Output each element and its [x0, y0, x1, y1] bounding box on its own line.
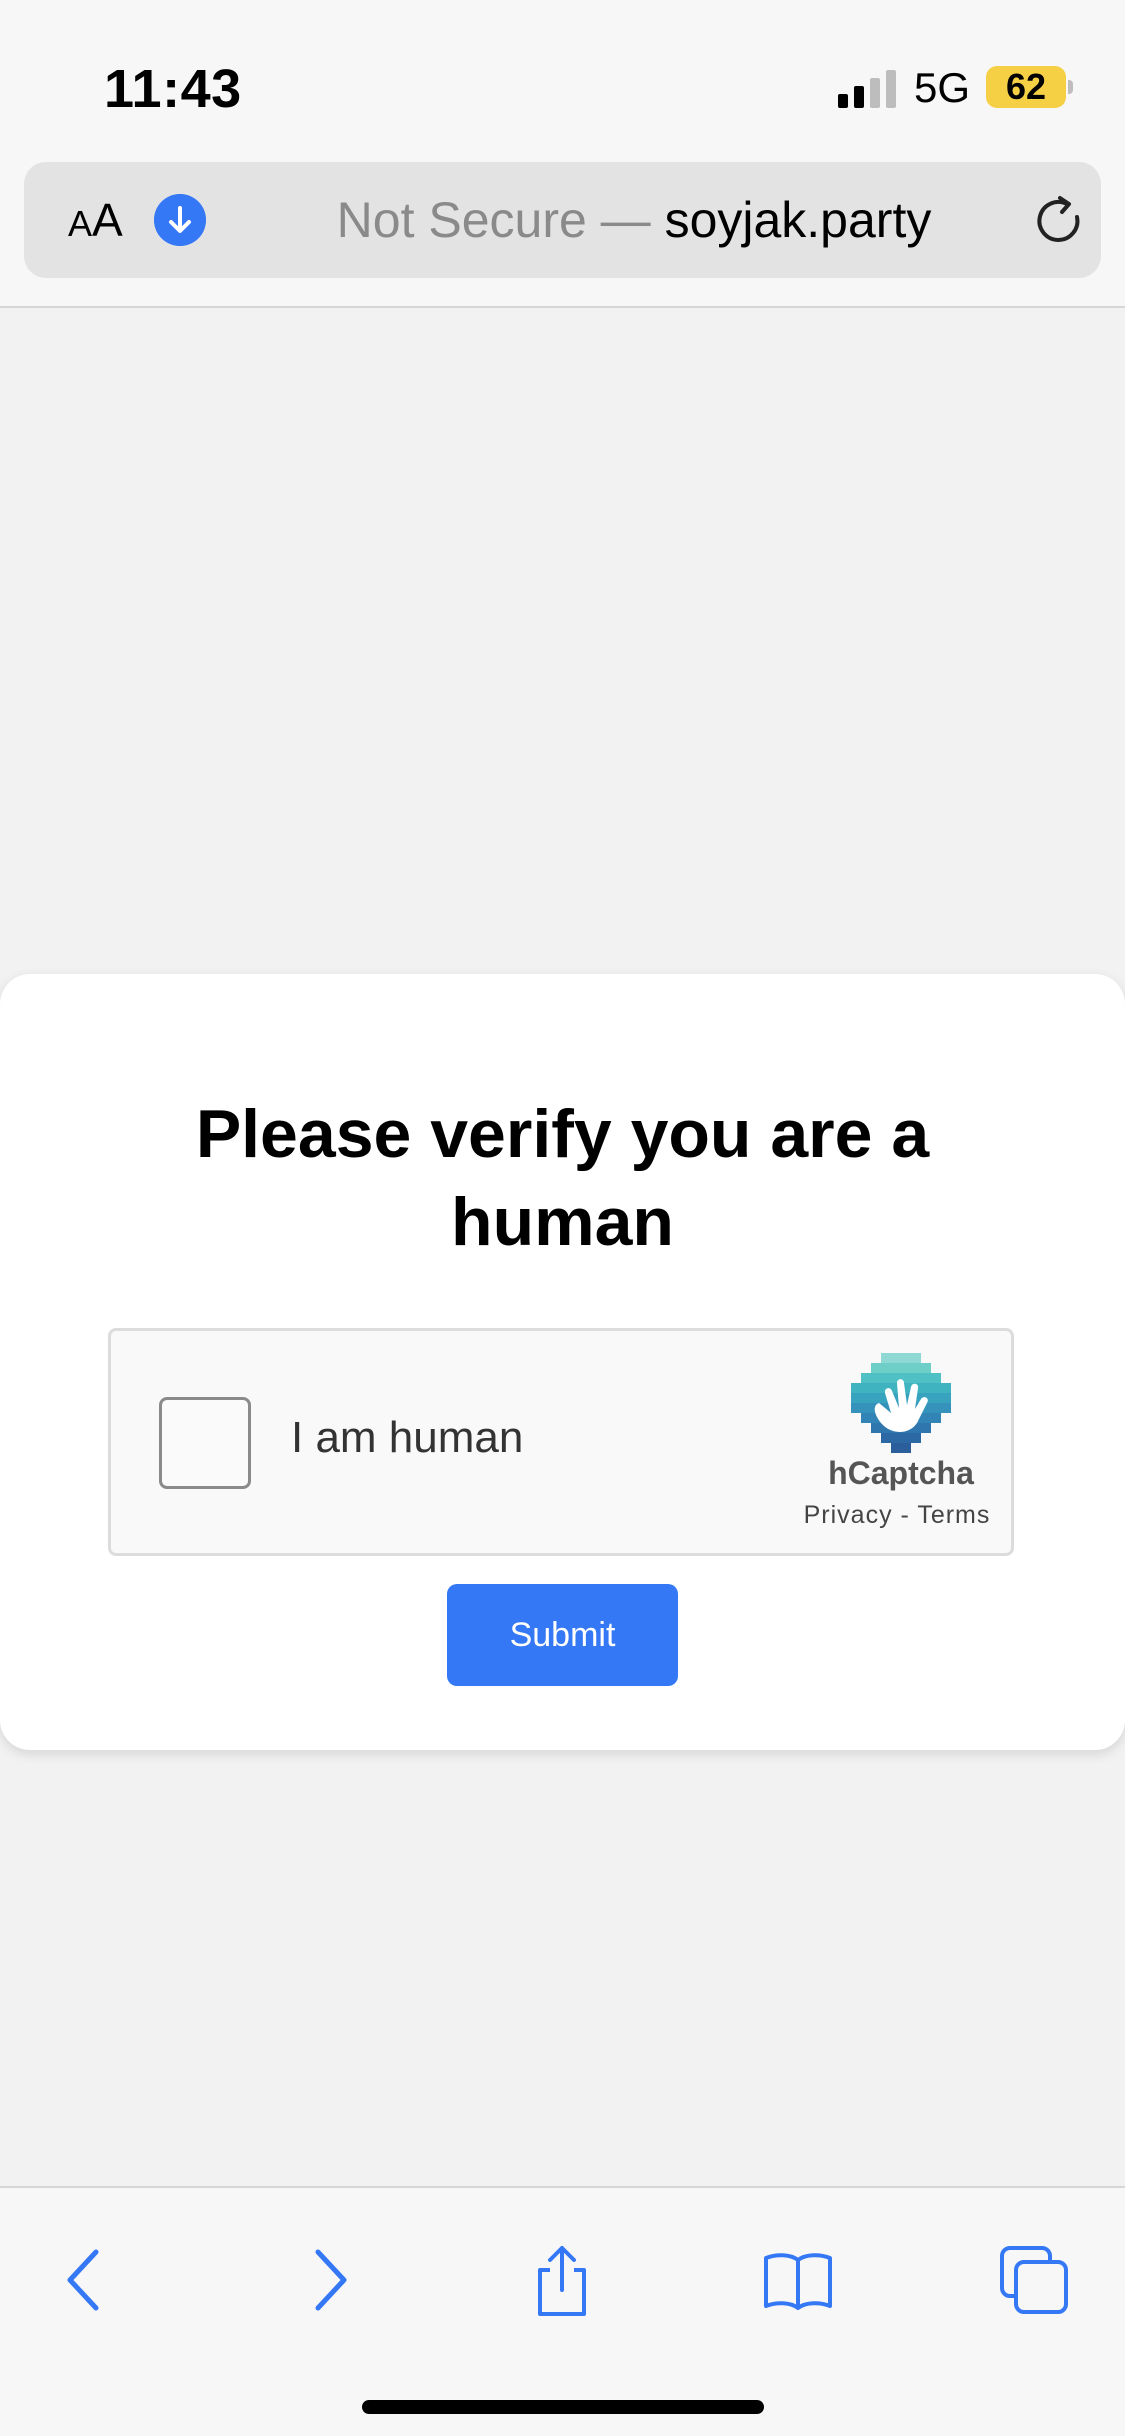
- cellular-signal-icon: [838, 70, 896, 108]
- address-bar[interactable]: AA Not Secure — soyjak.party: [24, 162, 1101, 278]
- page-title: Please verify you are a human: [195, 1096, 930, 1260]
- forward-icon[interactable]: [290, 2242, 366, 2318]
- bookmarks-icon[interactable]: [760, 2242, 836, 2318]
- submit-button[interactable]: Submit: [447, 1584, 678, 1686]
- top-chrome: 11:43 5G 62 AA Not Secure — soyjak.party: [0, 0, 1125, 308]
- battery-tip: [1068, 80, 1073, 94]
- url-field[interactable]: Not Secure — soyjak.party: [264, 162, 1004, 278]
- status-time: 11:43: [104, 59, 242, 119]
- page-settings-button[interactable]: AA: [68, 192, 123, 252]
- aa-small-letter: A: [68, 203, 93, 244]
- home-indicator: [362, 2400, 764, 2414]
- url-domain: soyjak.party: [664, 192, 932, 248]
- hcaptcha-widget: I am human hCaptcha Privacy - Terms: [108, 1328, 1014, 1556]
- bottom-toolbar: [0, 2186, 1125, 2436]
- download-icon[interactable]: [154, 194, 206, 246]
- reload-icon[interactable]: [1030, 192, 1088, 250]
- human-checkbox[interactable]: [159, 1397, 251, 1489]
- url-security-label: Not Secure —: [336, 192, 665, 248]
- hcaptcha-logo-icon: [851, 1353, 951, 1453]
- tabs-icon[interactable]: [996, 2242, 1072, 2318]
- privacy-terms-links[interactable]: Privacy - Terms: [777, 1501, 1017, 1530]
- checkbox-label: I am human: [291, 1413, 524, 1462]
- hcaptcha-brand: hCaptcha: [828, 1455, 974, 1491]
- network-type: 5G: [914, 64, 971, 111]
- aa-large-letter: A: [92, 194, 123, 246]
- share-icon[interactable]: [524, 2242, 600, 2318]
- battery-level: 62: [1005, 66, 1047, 107]
- verification-card: Please verify you are a human I am human…: [0, 974, 1125, 1750]
- battery-icon: 62: [986, 66, 1066, 108]
- back-icon[interactable]: [48, 2242, 124, 2318]
